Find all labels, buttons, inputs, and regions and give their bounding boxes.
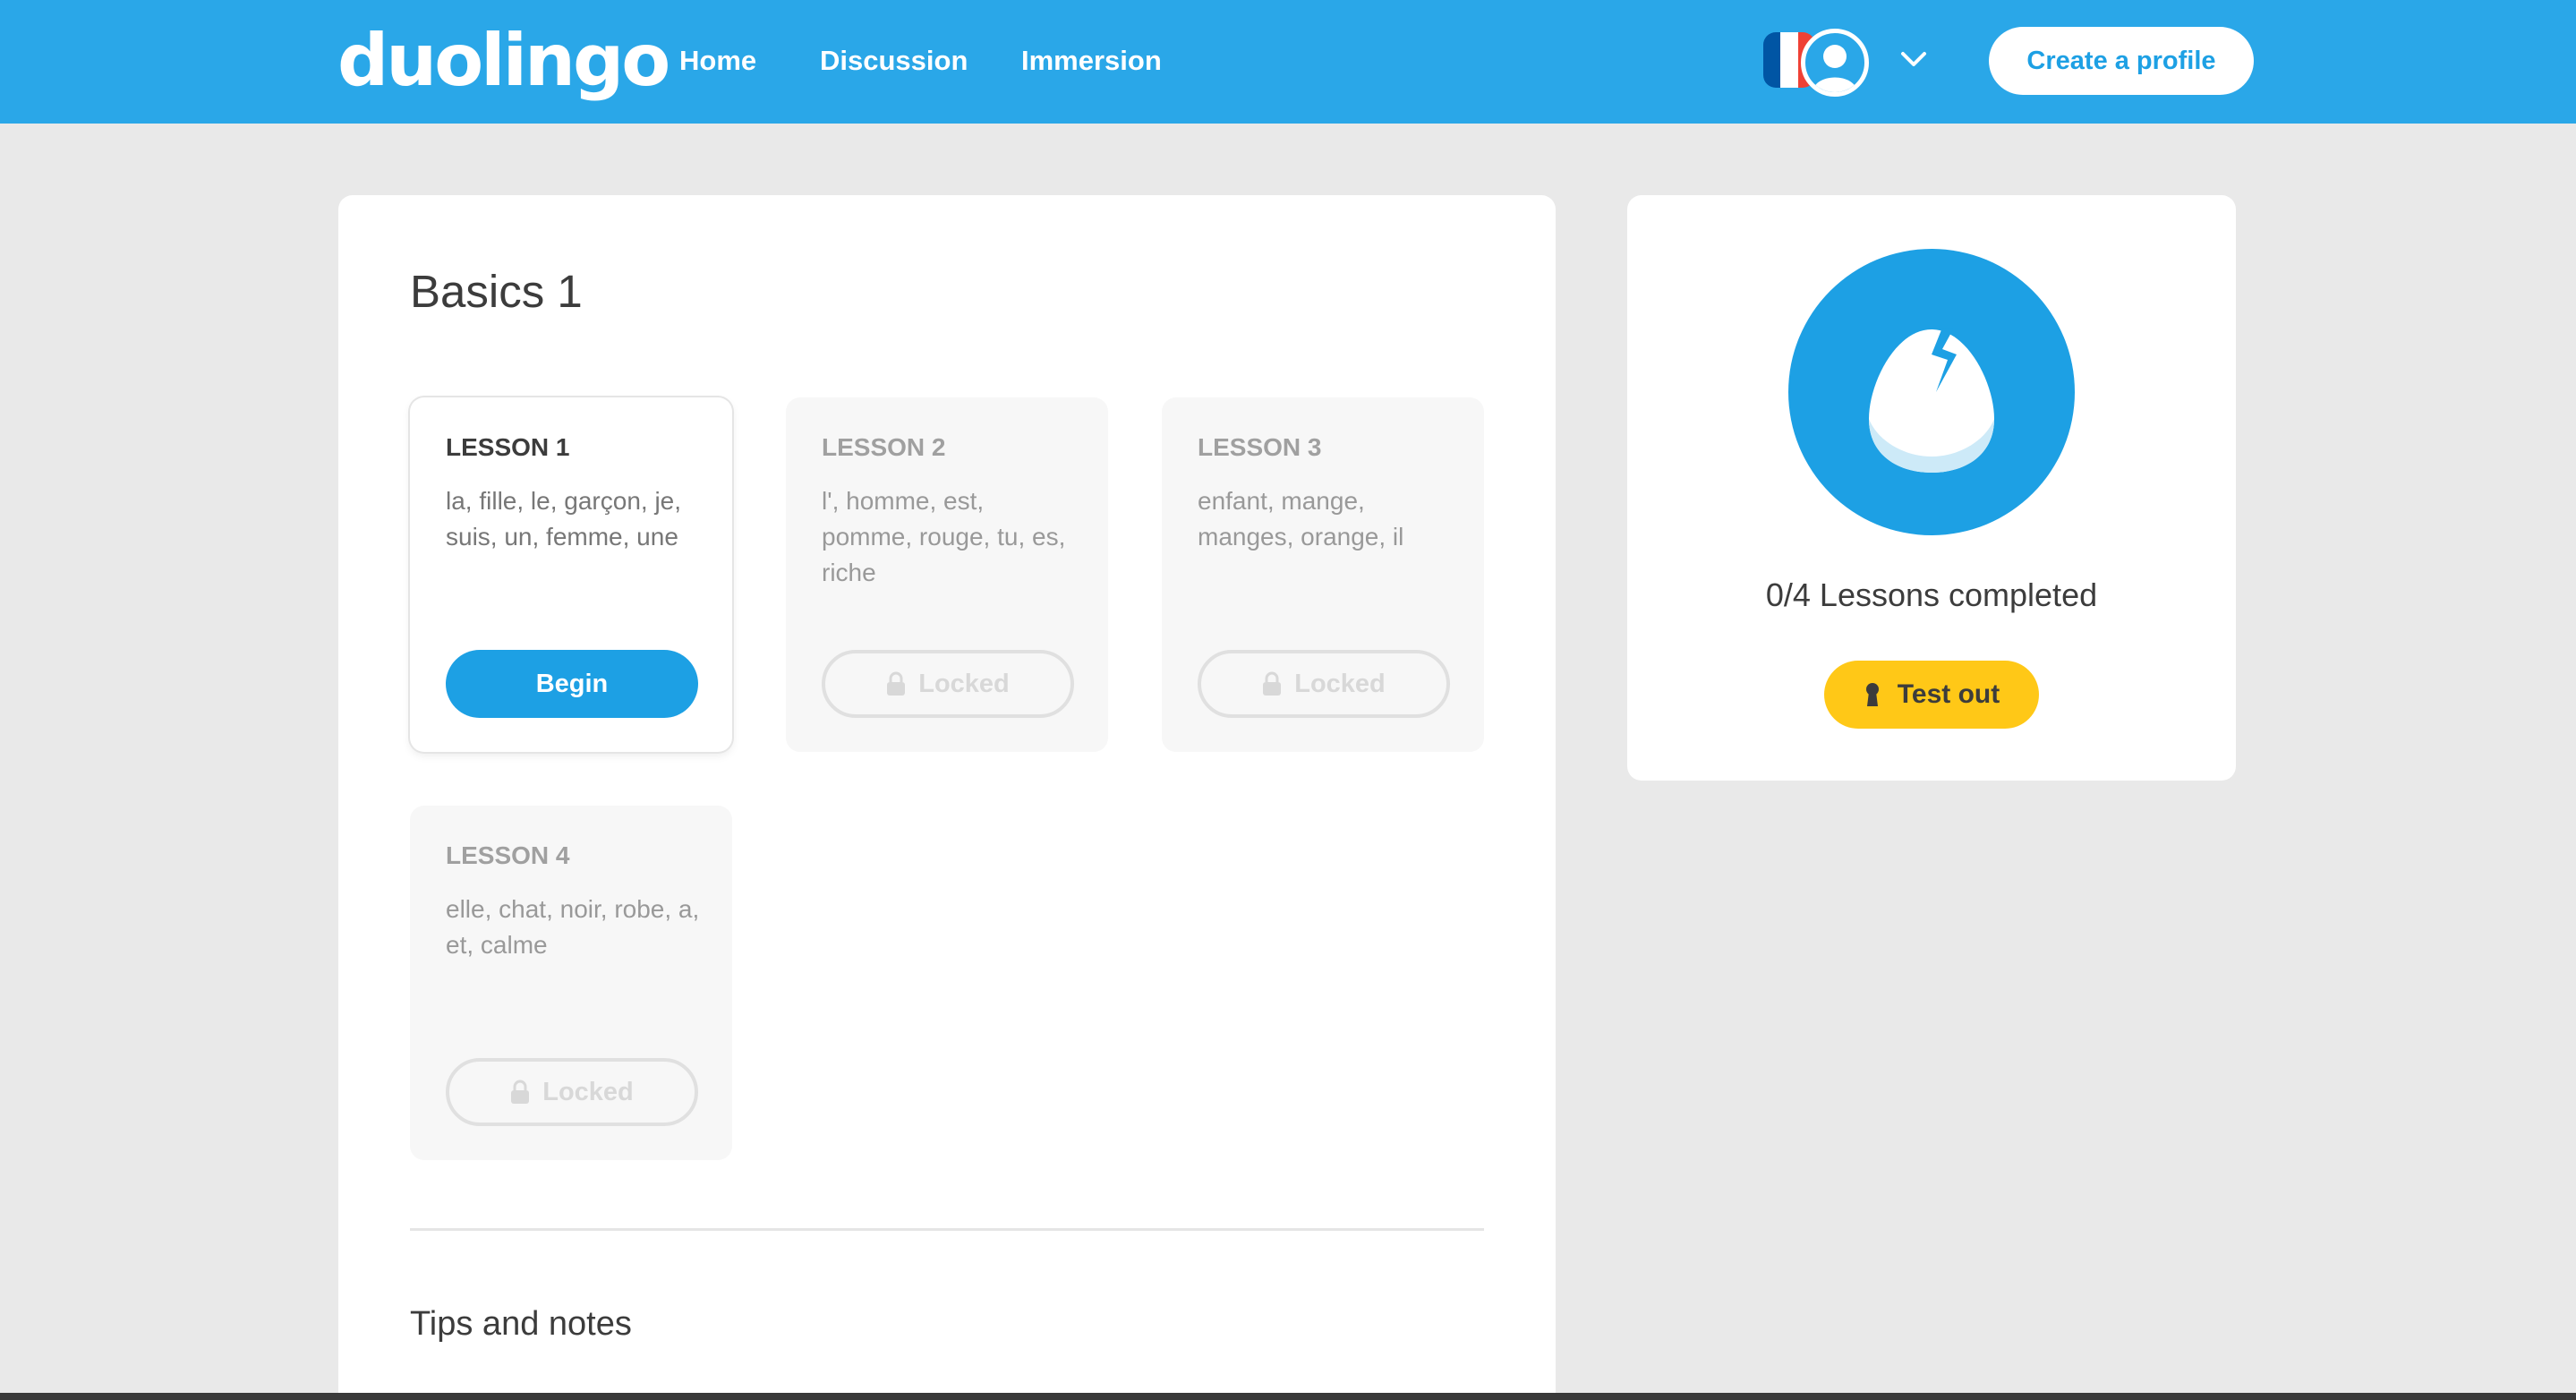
test-out-button[interactable]: Test out (1824, 661, 2039, 729)
nav-immersion-link[interactable]: Immersion (1021, 39, 1162, 82)
lesson-title: LESSON 4 (446, 841, 570, 869)
lock-icon (1263, 671, 1282, 696)
locked-label: Locked (1294, 669, 1386, 698)
create-profile-button[interactable]: Create a profile (1989, 27, 2254, 95)
tips-and-notes-heading[interactable]: Tips and notes (410, 1305, 632, 1344)
top-navigation-bar: duolingo Home Discussion Immersion Creat… (0, 0, 2576, 124)
locked-button: Locked (822, 650, 1074, 718)
user-avatar-icon[interactable] (1801, 29, 1869, 97)
skill-card: Basics 1 LESSON 1 la, fille, le, garçon,… (338, 195, 1556, 1400)
test-out-label: Test out (1897, 679, 2000, 709)
lesson-words: la, fille, le, garçon, je, suis, un, fem… (446, 487, 682, 551)
lesson-title: LESSON 2 (822, 433, 946, 461)
lesson-words: enfant, mange, manges, orange, il (1198, 487, 1404, 551)
lock-icon (887, 671, 906, 696)
lesson-card-2: LESSON 2 l', homme, est, pomme, rouge, t… (786, 397, 1108, 752)
section-divider (410, 1228, 1484, 1231)
locked-button: Locked (1198, 650, 1450, 718)
nav-discussion-link[interactable]: Discussion (820, 39, 968, 82)
begin-button-label: Begin (535, 669, 609, 698)
chevron-down-icon[interactable] (1896, 41, 1932, 77)
lesson-words: elle, chat, noir, robe, a, et, calme (446, 895, 700, 959)
lock-icon (511, 1080, 530, 1104)
skill-egg-icon (1788, 249, 2075, 535)
duolingo-logo[interactable]: duolingo (337, 16, 670, 106)
nav-home-link[interactable]: Home (679, 39, 756, 82)
locked-label: Locked (918, 669, 1010, 698)
lesson-title: LESSON 1 (446, 433, 570, 461)
keyhole-icon (1865, 683, 1879, 706)
lesson-card-3: LESSON 3 enfant, mange, manges, orange, … (1162, 397, 1484, 752)
lesson-title: LESSON 3 (1198, 433, 1322, 461)
locked-button: Locked (446, 1058, 698, 1126)
lesson-words: l', homme, est, pomme, rouge, tu, es, ri… (822, 487, 1066, 586)
lesson-card-4: LESSON 4 elle, chat, noir, robe, a, et, … (410, 806, 732, 1160)
progress-card: 0/4 Lessons completed Test out (1627, 195, 2236, 781)
window-bottom-edge (0, 1393, 2576, 1400)
lesson-card-1: LESSON 1 la, fille, le, garçon, je, suis… (410, 397, 732, 752)
locked-label: Locked (542, 1077, 634, 1106)
lessons-completed-text: 0/4 Lessons completed (1765, 576, 2098, 613)
page-title: Basics 1 (410, 266, 583, 317)
begin-button[interactable]: Begin (446, 650, 698, 718)
